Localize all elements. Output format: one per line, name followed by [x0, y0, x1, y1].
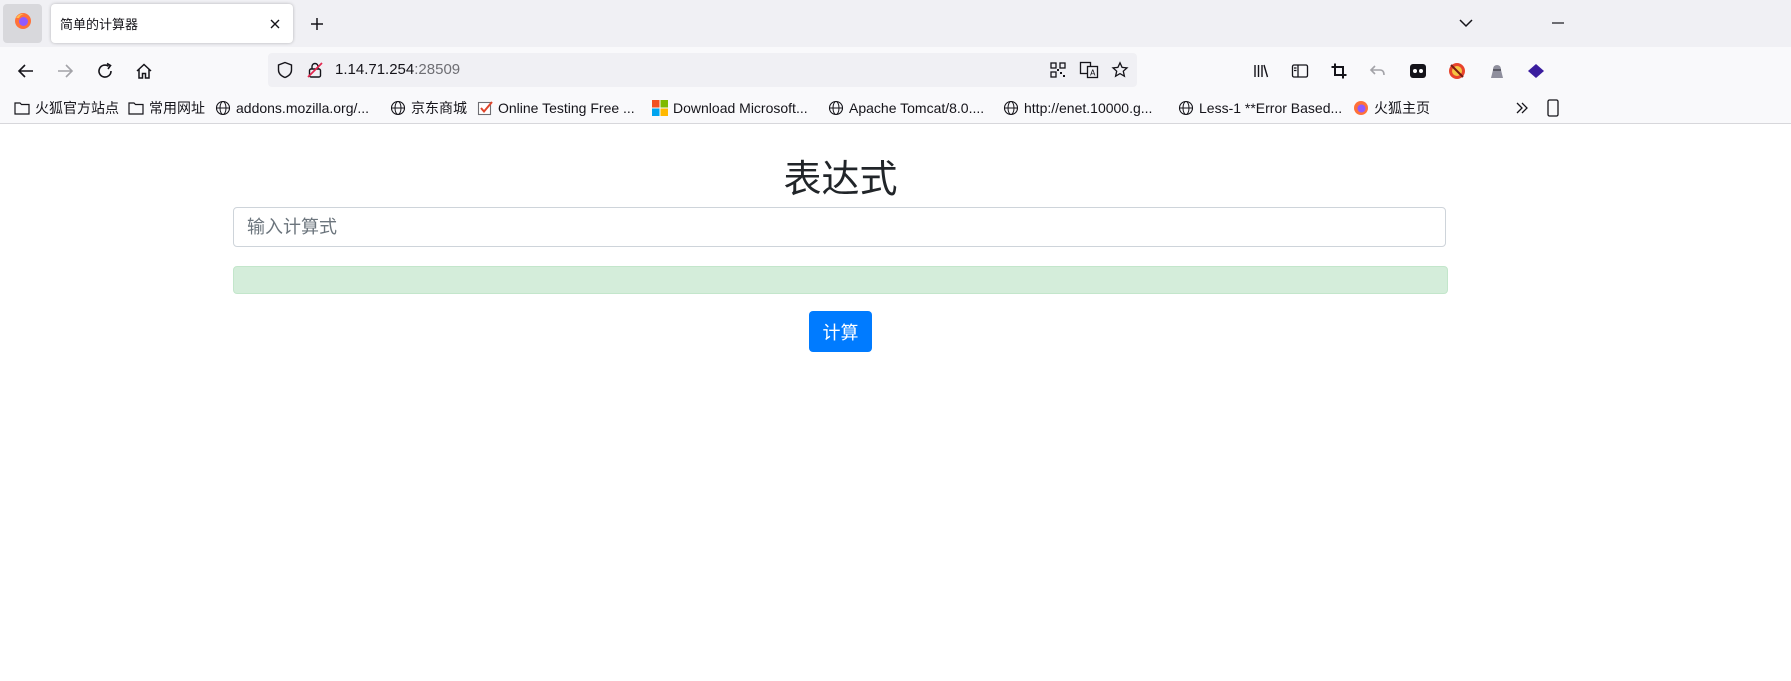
bookmark-item[interactable]: Download Microsoft... — [652, 98, 808, 118]
bookmark-label: 京东商城 — [411, 100, 467, 116]
globe-icon — [828, 100, 844, 116]
mobile-bookmarks-icon[interactable] — [1546, 98, 1560, 118]
bookmark-item[interactable]: 火狐主页 — [1353, 98, 1430, 118]
plus-icon[interactable] — [303, 10, 331, 38]
result-alert — [233, 266, 1448, 294]
insecure-lock-icon[interactable] — [303, 58, 327, 82]
chevron-down-icon[interactable] — [1453, 10, 1479, 36]
globe-icon — [1178, 100, 1194, 116]
firefox-view-button[interactable] — [3, 4, 42, 43]
shield-icon[interactable] — [273, 58, 297, 82]
globe-icon — [390, 100, 406, 116]
undo-arrow-icon[interactable] — [1363, 56, 1393, 86]
navigation-toolbar: 1.14.71.254:28509 A — [0, 47, 1791, 93]
home-icon[interactable] — [129, 56, 159, 86]
back-arrow-icon[interactable] — [11, 56, 41, 86]
bookmark-label: addons.mozilla.org/... — [236, 100, 370, 116]
page-heading: 表达式 — [783, 159, 898, 201]
calculate-button[interactable]: 计算 — [809, 311, 872, 352]
folder-icon — [14, 100, 30, 116]
firefox-icon — [14, 12, 32, 35]
bookmarks-toolbar: 火狐官方站点 常用网址 addons.mozilla.org/... 京东商城 … — [0, 93, 1791, 124]
library-icon[interactable] — [1246, 56, 1276, 86]
bookmark-label: 火狐主页 — [1374, 100, 1430, 116]
bookmark-label: Apache Tomcat/8.0.... — [849, 100, 985, 116]
extension-blocker-icon[interactable] — [1442, 56, 1472, 86]
star-icon[interactable] — [1108, 58, 1132, 82]
bookmark-label: 火狐官方站点 — [35, 100, 119, 116]
tab-active[interactable]: 简单的计算器 — [51, 4, 293, 43]
extension-agent-icon[interactable] — [1482, 56, 1512, 86]
bookmark-label: 常用网址 — [149, 100, 205, 116]
chevrons-right-icon[interactable] — [1514, 98, 1530, 118]
minimize-icon[interactable] — [1545, 10, 1571, 36]
bookmark-label: Online Testing Free ... — [498, 100, 635, 116]
url-text[interactable]: 1.14.71.254:28509 — [335, 61, 460, 78]
svg-text:A: A — [1090, 69, 1096, 78]
bookmark-item[interactable]: http://enet.10000.g... — [1003, 98, 1152, 118]
qr-code-icon[interactable] — [1046, 58, 1070, 82]
bookmark-item[interactable]: Less-1 **Error Based... — [1178, 98, 1342, 118]
address-bar[interactable]: 1.14.71.254:28509 A — [268, 53, 1137, 87]
extension-mask-icon[interactable] — [1403, 56, 1433, 86]
url-host: 1.14.71.254 — [335, 61, 415, 78]
crop-screenshot-icon[interactable] — [1324, 56, 1354, 86]
bookmark-item[interactable]: Online Testing Free ... — [477, 98, 635, 118]
globe-icon — [215, 100, 231, 116]
reload-icon[interactable] — [90, 56, 120, 86]
close-icon[interactable] — [262, 11, 288, 37]
tab-title: 简单的计算器 — [60, 17, 139, 32]
bookmark-item[interactable]: addons.mozilla.org/... — [215, 98, 369, 118]
microsoft-icon — [652, 100, 668, 116]
bookmark-item[interactable]: Apache Tomcat/8.0.... — [828, 98, 984, 118]
bookmark-label: Download Microsoft... — [673, 100, 808, 116]
checkbox-icon — [477, 100, 493, 116]
bookmark-item[interactable]: 火狐官方站点 — [14, 98, 119, 118]
firefox-icon — [1353, 100, 1369, 116]
extension-layers-icon[interactable] — [1521, 56, 1551, 86]
bookmark-label: Less-1 **Error Based... — [1199, 100, 1343, 116]
translate-icon[interactable]: A — [1077, 58, 1101, 82]
forward-arrow-icon[interactable] — [50, 56, 80, 86]
sidebar-icon[interactable] — [1285, 56, 1315, 86]
folder-icon — [128, 100, 144, 116]
bookmark-item[interactable]: 京东商城 — [390, 98, 467, 118]
expression-input[interactable] — [233, 207, 1446, 247]
tab-strip: 简单的计算器 — [0, 0, 1791, 47]
bookmark-label: http://enet.10000.g... — [1024, 100, 1153, 116]
url-port: :28509 — [414, 61, 461, 78]
bookmark-item[interactable]: 常用网址 — [128, 98, 205, 118]
globe-icon — [1003, 100, 1019, 116]
